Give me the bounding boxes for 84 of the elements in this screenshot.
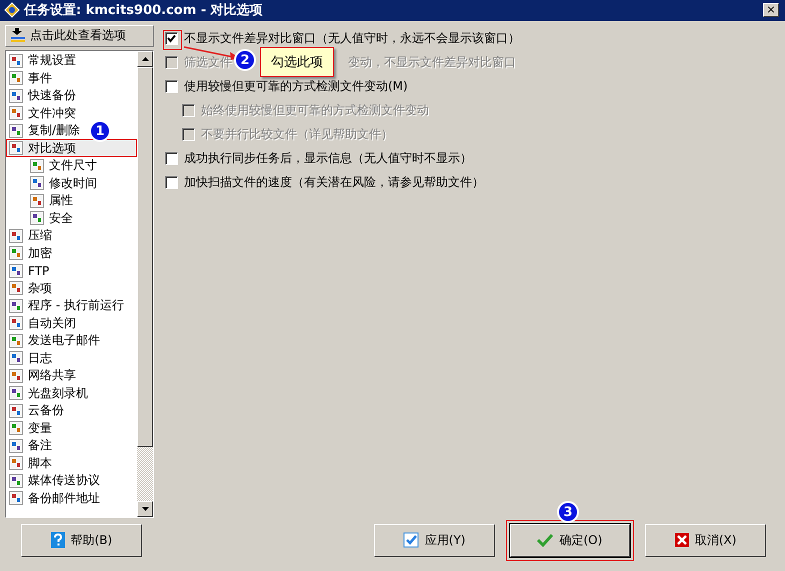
sidebar-item[interactable]: 安全 — [6, 209, 75, 227]
option-icon — [9, 474, 23, 488]
scrollbar[interactable] — [137, 50, 153, 517]
option-label: 成功执行同步任务后，显示信息（无人值守时不显示） — [184, 150, 472, 168]
step-badge: 3 — [557, 501, 579, 523]
apply-button[interactable]: 应用(Y) — [374, 524, 494, 557]
sidebar-item[interactable]: 对比选项 — [6, 139, 137, 157]
sidebar-item[interactable]: 属性 — [6, 192, 75, 210]
option-icon — [30, 211, 44, 226]
checkbox[interactable] — [165, 152, 178, 166]
sidebar-item[interactable]: 备注 — [6, 436, 54, 454]
option-icon — [9, 246, 23, 260]
option-icon — [9, 491, 23, 506]
sidebar-item[interactable]: 发送电子邮件 — [6, 332, 102, 350]
sidebar-item[interactable]: 压缩 — [6, 226, 54, 244]
sidebar-item[interactable]: 光盘刻录机 — [6, 384, 90, 402]
option-icon — [9, 88, 23, 103]
up-arrow-icon — [142, 56, 148, 61]
option-icon — [9, 334, 23, 348]
list-icon — [10, 28, 26, 44]
checkbox[interactable] — [165, 32, 178, 46]
option-icon — [9, 228, 23, 243]
option-label: 不要并行比较文件（详见帮助文件） — [201, 126, 393, 144]
option-icon — [9, 106, 23, 120]
sidebar-item[interactable]: 文件冲突 — [6, 104, 78, 122]
option-icon — [9, 281, 23, 296]
sidebar-item[interactable]: 备份邮件地址 — [6, 489, 102, 507]
option-label: 加快扫描文件的速度（有关潜在风险，请参见帮助文件） — [184, 174, 484, 192]
option-icon — [9, 438, 23, 453]
option-label: 筛选文件 — [184, 54, 232, 72]
sidebar-item[interactable]: 媒体传送协议 — [6, 472, 102, 490]
check-icon — [167, 34, 176, 44]
option-label: 使用较慢但更可靠的方式检测文件变动(M) — [184, 78, 408, 96]
option-icon — [9, 404, 23, 418]
option-icon — [9, 456, 23, 470]
option-label: 始终使用较慢但更可靠的方式检测文件变动 — [201, 102, 429, 120]
option-icon — [9, 368, 23, 383]
sidebar-item[interactable]: 脚本 — [6, 454, 54, 472]
sidebar-item[interactable]: 变量 — [6, 419, 54, 437]
option-icon — [9, 264, 23, 278]
window-title: 任务设置: kmcits900.com - 对比选项 — [24, 2, 264, 20]
sidebar-item[interactable]: 常规设置 — [6, 52, 78, 70]
help-button[interactable]: 帮助(B) — [21, 524, 142, 557]
option-icon — [9, 316, 23, 330]
sidebar-item[interactable]: 快速备份 — [6, 86, 78, 104]
option-icon — [9, 124, 23, 138]
option-icon — [9, 71, 23, 86]
sidebar-item[interactable]: 程序 - 执行前运行 — [6, 296, 126, 314]
option-icon — [30, 194, 44, 208]
sidebar-item[interactable]: 日志 — [6, 349, 54, 367]
highlight-frame — [163, 30, 182, 50]
option-icon — [9, 351, 23, 366]
app-icon — [4, 2, 20, 18]
help-icon — [50, 532, 65, 548]
checkbox[interactable] — [165, 80, 178, 94]
option-icon — [30, 176, 44, 190]
cancel-button[interactable]: 取消(X) — [645, 524, 766, 557]
option-icon — [30, 158, 44, 173]
sidebar-item[interactable]: 加密 — [6, 244, 54, 262]
option-label: 变动，不显示文件差异对比窗口 — [348, 54, 516, 72]
sidebar-item[interactable]: 自动关闭 — [6, 314, 78, 332]
sidebar-item[interactable]: 杂项 — [6, 279, 54, 297]
down-arrow-icon — [142, 506, 148, 511]
sidebar-item[interactable]: 事件 — [6, 69, 54, 87]
sidebar-item[interactable]: 修改时间 — [6, 174, 99, 192]
callout: 勾选此项 — [260, 47, 334, 77]
sidebar-item[interactable]: 文件尺寸 — [6, 156, 99, 174]
option-icon — [9, 421, 23, 436]
close-button[interactable]: × — [763, 3, 779, 18]
option-label: 不显示文件差异对比窗口（无人值守时，永远不会显示该窗口） — [184, 30, 520, 48]
sidebar-item[interactable]: 网络共享 — [6, 366, 78, 384]
option-icon — [9, 141, 23, 156]
option-icon — [9, 54, 23, 68]
step-badge: 2 — [234, 49, 256, 71]
close-icon — [674, 533, 689, 548]
option-icon — [9, 386, 23, 400]
check-icon — [537, 533, 554, 548]
sidebar-item[interactable]: 云备份 — [6, 402, 66, 420]
sidebar-item[interactable]: FTP — [6, 262, 52, 280]
check-icon — [402, 532, 419, 548]
view-options-button[interactable]: 点击此处查看选项 — [5, 24, 154, 47]
option-icon — [9, 298, 23, 313]
checkbox[interactable] — [165, 176, 178, 190]
sidebar-item[interactable]: 复制/删除 — [6, 122, 82, 140]
